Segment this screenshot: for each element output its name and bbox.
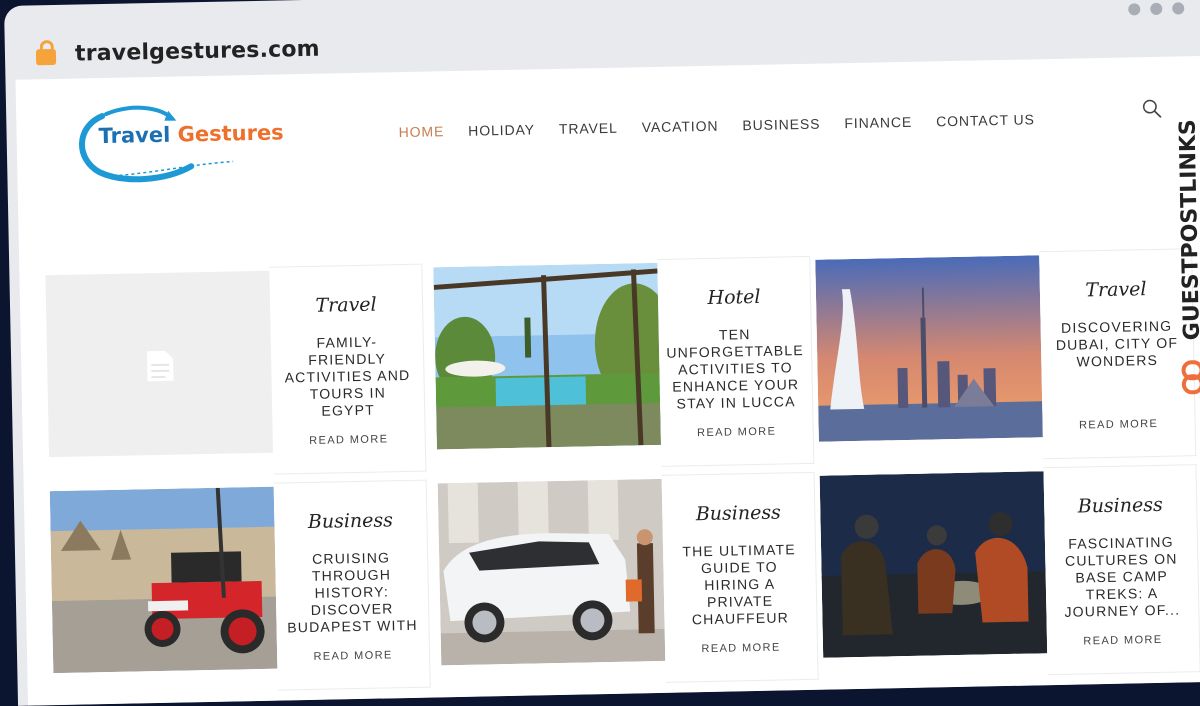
link-chain-icon <box>1183 362 1200 392</box>
post-card[interactable]: Hotel TEN UNFORGETTABLE ACTIVITIES TO EN… <box>433 260 814 472</box>
nav-home[interactable]: HOME <box>398 123 444 140</box>
document-placeholder-icon <box>45 271 273 457</box>
post-info: Business THE ULTIMATE GUIDE TO HIRING A … <box>662 472 819 683</box>
post-card[interactable]: Business FASCINATING CULTURES ON BASE CA… <box>820 468 1200 680</box>
dubai-skyline-image <box>815 255 1043 441</box>
post-title[interactable]: FAMILY-FRIENDLY ACTIVITIES AND TOURS IN … <box>271 333 425 422</box>
window-dot-icon[interactable] <box>1172 2 1184 14</box>
post-thumbnail[interactable] <box>45 271 273 457</box>
window-dot-icon[interactable] <box>1150 3 1162 15</box>
post-title[interactable]: DISCOVERING DUBAI, CITY OF WONDERS <box>1041 317 1195 406</box>
post-card[interactable]: Travel DISCOVERING DUBAI, CITY OF WONDER… <box>815 252 1196 464</box>
post-category[interactable]: Business <box>1078 494 1163 520</box>
post-category[interactable]: Travel <box>1085 278 1147 303</box>
post-card[interactable]: Business CRUISING THROUGH HISTORY: DISCO… <box>50 484 431 696</box>
site-logo[interactable]: Travel Gestures <box>72 98 300 189</box>
villa-pool-image <box>433 263 661 449</box>
post-title[interactable]: TEN UNFORGETTABLE ACTIVITIES TO ENHANCE … <box>656 325 815 414</box>
post-card[interactable]: Business THE ULTIMATE GUIDE TO HIRING A … <box>438 476 819 688</box>
read-more-link[interactable]: READ MORE <box>701 642 780 656</box>
main-nav: HOME HOLIDAY TRAVEL VACATION BUSINESS FI… <box>398 111 1035 140</box>
suv-chauffeur-image <box>438 479 666 665</box>
post-title[interactable]: THE ULTIMATE GUIDE TO HIRING A PRIVATE C… <box>663 541 817 630</box>
post-info: Travel DISCOVERING DUBAI, CITY OF WONDER… <box>1039 248 1196 459</box>
read-more-link[interactable]: READ MORE <box>1083 634 1162 648</box>
post-info: Business CRUISING THROUGH HISTORY: DISCO… <box>274 480 431 691</box>
logo-word-2: Gestures <box>177 120 284 146</box>
post-info: Travel FAMILY-FRIENDLY ACTIVITIES AND TO… <box>269 264 426 475</box>
nav-travel[interactable]: TRAVEL <box>559 120 618 137</box>
post-thumbnail[interactable] <box>433 263 661 449</box>
read-more-link[interactable]: READ MORE <box>697 426 776 440</box>
read-more-link[interactable]: READ MORE <box>309 433 388 447</box>
nav-holiday[interactable]: HOLIDAY <box>468 121 535 138</box>
web-page: Travel Gestures HOME HOLIDAY TRAVEL VACA… <box>15 56 1200 706</box>
post-category[interactable]: Hotel <box>707 286 760 311</box>
read-more-link[interactable]: READ MORE <box>313 649 392 663</box>
post-card[interactable]: Travel FAMILY-FRIENDLY ACTIVITIES AND TO… <box>45 268 426 480</box>
post-category[interactable]: Travel <box>315 294 377 319</box>
post-category[interactable]: Business <box>308 509 393 535</box>
post-thumbnail[interactable] <box>820 471 1048 657</box>
post-thumbnail[interactable] <box>50 487 278 673</box>
post-title[interactable]: FASCINATING CULTURES ON BASE CAMP TREKS:… <box>1045 533 1199 622</box>
post-info: Business FASCINATING CULTURES ON BASE CA… <box>1043 464 1200 675</box>
lock-icon <box>36 49 56 65</box>
base-camp-night-image <box>820 471 1048 657</box>
post-info: Hotel TEN UNFORGETTABLE ACTIVITIES TO EN… <box>657 256 814 467</box>
window-controls <box>1128 2 1184 15</box>
browser-window: travelgestures.com Travel Gestures HOME … <box>4 0 1200 706</box>
search-icon[interactable] <box>1142 99 1161 118</box>
nav-contact-us[interactable]: CONTACT US <box>936 111 1035 129</box>
post-category[interactable]: Business <box>696 502 781 528</box>
nav-vacation[interactable]: VACATION <box>642 118 719 136</box>
nav-finance[interactable]: FINANCE <box>844 114 912 131</box>
post-title[interactable]: CRUISING THROUGH HISTORY: DISCOVER BUDAP… <box>275 549 429 638</box>
window-dot-icon[interactable] <box>1128 3 1140 15</box>
guestpostlinks-watermark: GUESTPOSTLINKS <box>1172 110 1200 411</box>
logo-word-1: Travel <box>98 123 170 148</box>
post-thumbnail[interactable] <box>815 255 1043 441</box>
address-bar[interactable]: travelgestures.com <box>75 37 320 67</box>
classic-car-image <box>50 487 278 673</box>
read-more-link[interactable]: READ MORE <box>1079 418 1158 432</box>
nav-business[interactable]: BUSINESS <box>742 116 820 134</box>
watermark-text: GUESTPOSTLINKS <box>1176 119 1200 340</box>
logo-text: Travel Gestures <box>98 120 284 148</box>
post-thumbnail[interactable] <box>438 479 666 665</box>
